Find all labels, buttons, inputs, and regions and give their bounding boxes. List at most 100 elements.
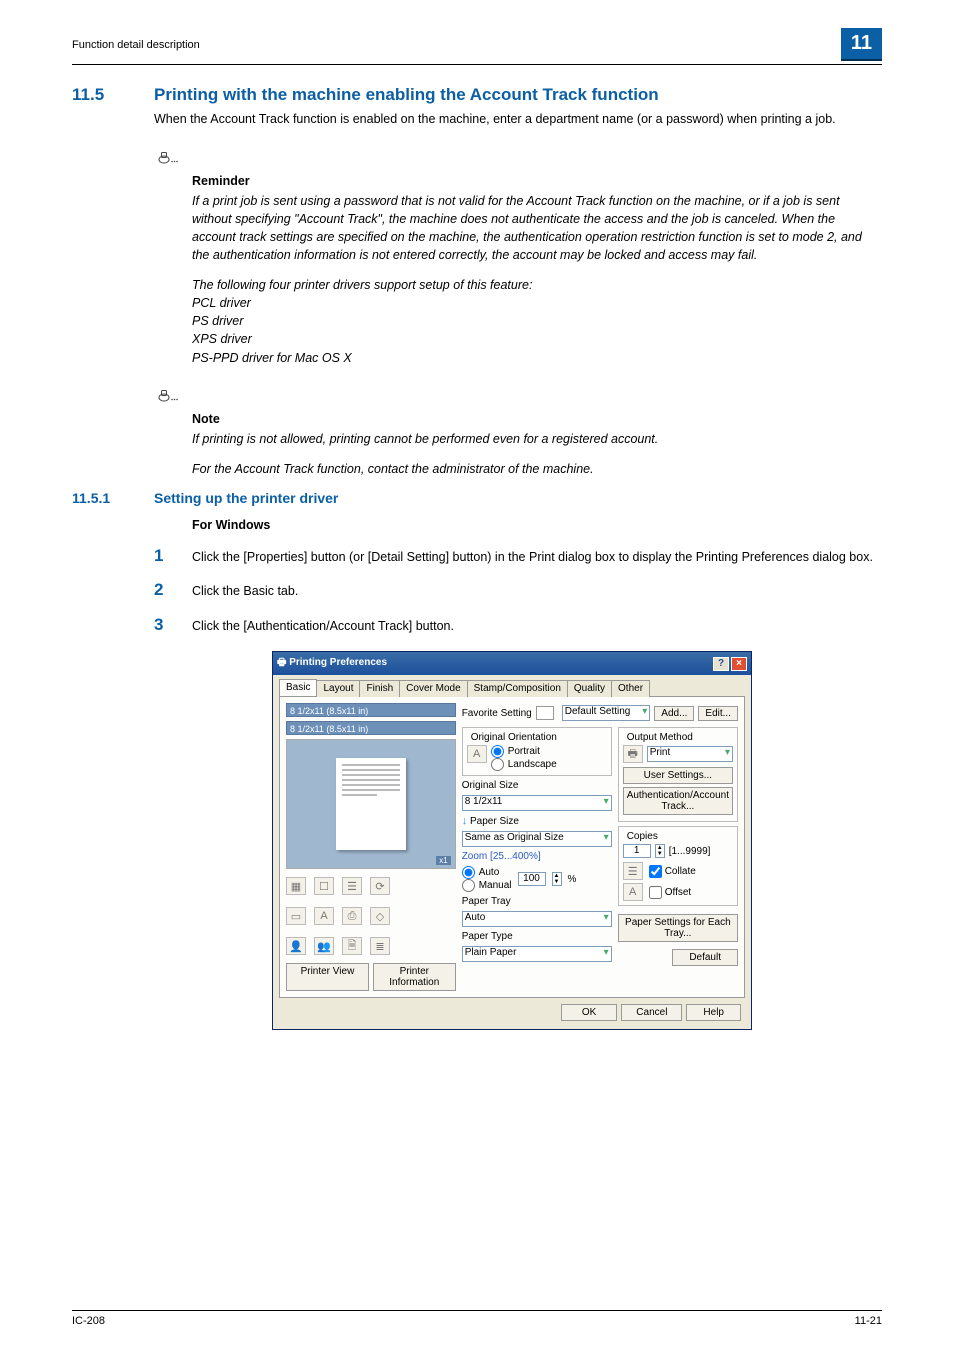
dialog-titlebar: 🖶 Printing Preferences ? × [273,652,751,675]
favorite-edit-button[interactable]: Edit... [698,706,738,721]
status-icon-row-3: 👤 👥 🗎 ≣ [286,933,456,959]
offset-icon: A [623,883,643,901]
default-button[interactable]: Default [672,949,738,966]
help-titlebar-button[interactable]: ? [713,657,729,671]
section-intro: When the Account Track function is enabl… [154,111,882,129]
paper-type-label: Paper Type [462,931,612,942]
output-method-select[interactable]: Print [647,746,733,762]
subsection-title: Setting up the printer driver [154,490,882,506]
subsection-number: 11.5.1 [72,490,154,506]
status-icon: ▭ [286,907,306,925]
favorite-icon [536,706,554,720]
chapter-badge: 11 [841,28,882,61]
printer-information-button[interactable]: Printer Information [373,963,456,991]
tab-cover-mode[interactable]: Cover Mode [399,680,467,697]
close-titlebar-button[interactable]: × [731,657,747,671]
zoom-spinner[interactable]: ▲▼ [552,872,562,886]
user-settings-button[interactable]: User Settings... [623,767,733,784]
status-icon: ▦ [286,877,306,895]
note-label: Note [192,412,882,426]
paper-size-select[interactable]: Same as Original Size [462,831,612,847]
status-icon: 🗎 [342,937,362,955]
driver-xps: XPS driver [192,332,252,346]
status-icon: 👥 [314,937,334,955]
printer-view-button[interactable]: Printer View [286,963,369,991]
step-1: 1 Click the [Properties] button (or [Det… [154,546,882,567]
status-icon: ◇ [370,907,390,925]
zoom-auto-radio[interactable]: Auto [462,866,512,879]
portrait-radio[interactable]: Portrait [491,745,557,758]
note-icon [158,385,882,408]
collate-checkbox[interactable]: Collate [649,865,696,878]
reminder-label: Reminder [192,174,882,188]
header-section-label: Function detail description [72,39,200,51]
paper-settings-each-tray-button[interactable]: Paper Settings for Each Tray... [618,914,738,942]
step-3-number: 3 [154,615,192,636]
platform-heading: For Windows [192,518,882,532]
tab-basic[interactable]: Basic [279,679,317,696]
paper-tray-select[interactable]: Auto [462,911,612,927]
copies-group: Copies 1 ▲▼ [1...9999] ☰ Collate [618,826,738,906]
orientation-legend: Original Orientation [469,732,559,743]
tab-other[interactable]: Other [611,680,650,697]
printer-icon: 🖶 [277,657,289,668]
section-title: Printing with the machine enabling the A… [154,85,882,105]
dialog-title: Printing Preferences [289,657,387,668]
step-3-text: Click the [Authentication/Account Track]… [192,615,882,636]
favorite-setting-select[interactable]: Default Setting [562,705,651,721]
driver-ps: PS driver [192,314,243,328]
copies-input[interactable]: 1 [623,844,651,858]
tab-quality[interactable]: Quality [567,680,612,697]
printing-preferences-dialog: 🖶 Printing Preferences ? × Basic Layout … [272,651,752,1030]
status-icon: ☐ [314,877,334,895]
copies-legend: Copies [625,831,660,842]
status-icon-row-1: ▦ ☐ ☰ ⟳ [286,873,456,899]
cancel-button[interactable]: Cancel [621,1004,682,1021]
subsection-heading: 11.5.1 Setting up the printer driver [72,490,882,506]
step-2-text: Click the Basic tab. [192,580,882,601]
zoom-label: Zoom [25...400%] [462,851,612,862]
status-icon: 👤 [286,937,306,955]
tab-layout[interactable]: Layout [316,680,360,697]
step-2: 2 Click the Basic tab. [154,580,882,601]
note-body-2: For the Account Track function, contact … [192,460,882,478]
collate-icon: ☰ [623,862,643,880]
paper-type-select[interactable]: Plain Paper [462,946,612,962]
down-arrow-icon: ↓ [462,815,468,827]
step-1-number: 1 [154,546,192,567]
landscape-radio[interactable]: Landscape [491,758,557,771]
print-icon: 🖶 [623,745,643,763]
section-heading: 11.5 Printing with the machine enabling … [72,85,882,105]
step-1-text: Click the [Properties] button (or [Detai… [192,546,882,567]
zoom-manual-radio[interactable]: Manual [462,879,512,892]
favorite-add-button[interactable]: Add... [654,706,694,721]
tab-finish[interactable]: Finish [359,680,400,697]
offset-checkbox[interactable]: Offset [649,886,692,899]
paper-size-label: Paper Size [470,816,519,827]
step-2-number: 2 [154,580,192,601]
driver-psppd: PS-PPD driver for Mac OS X [192,351,352,365]
footer-left: IC-208 [72,1315,105,1327]
orientation-group: Original Orientation A Portrait Landscap… [462,727,612,776]
page-preview: x1 [286,739,456,869]
help-button[interactable]: Help [686,1004,741,1021]
status-icon: ⎙ [342,907,362,925]
copies-spinner[interactable]: ▲▼ [655,844,665,858]
zoom-value-input[interactable]: 100 [518,872,546,886]
favorite-setting-label: Favorite Setting [462,708,532,719]
reminder-icon [158,147,882,170]
page-footer: IC-208 11-21 [72,1310,882,1327]
tab-stamp[interactable]: Stamp/Composition [467,680,568,697]
zoom-badge: x1 [436,856,450,865]
ok-button[interactable]: OK [561,1004,617,1021]
status-icon-row-2: ▭ A ⎙ ◇ [286,903,456,929]
percent-label: % [568,874,577,885]
authentication-account-track-button[interactable]: Authentication/Account Track... [623,787,733,815]
note-body-1: If printing is not allowed, printing can… [192,430,882,448]
footer-right: 11-21 [855,1315,882,1327]
paper-icon [336,758,406,850]
section-number: 11.5 [72,85,154,105]
preview-size-original: 8 1/2x11 (8.5x11 in) [286,703,456,717]
original-size-select[interactable]: 8 1/2x11 [462,795,612,811]
output-method-legend: Output Method [625,732,695,743]
